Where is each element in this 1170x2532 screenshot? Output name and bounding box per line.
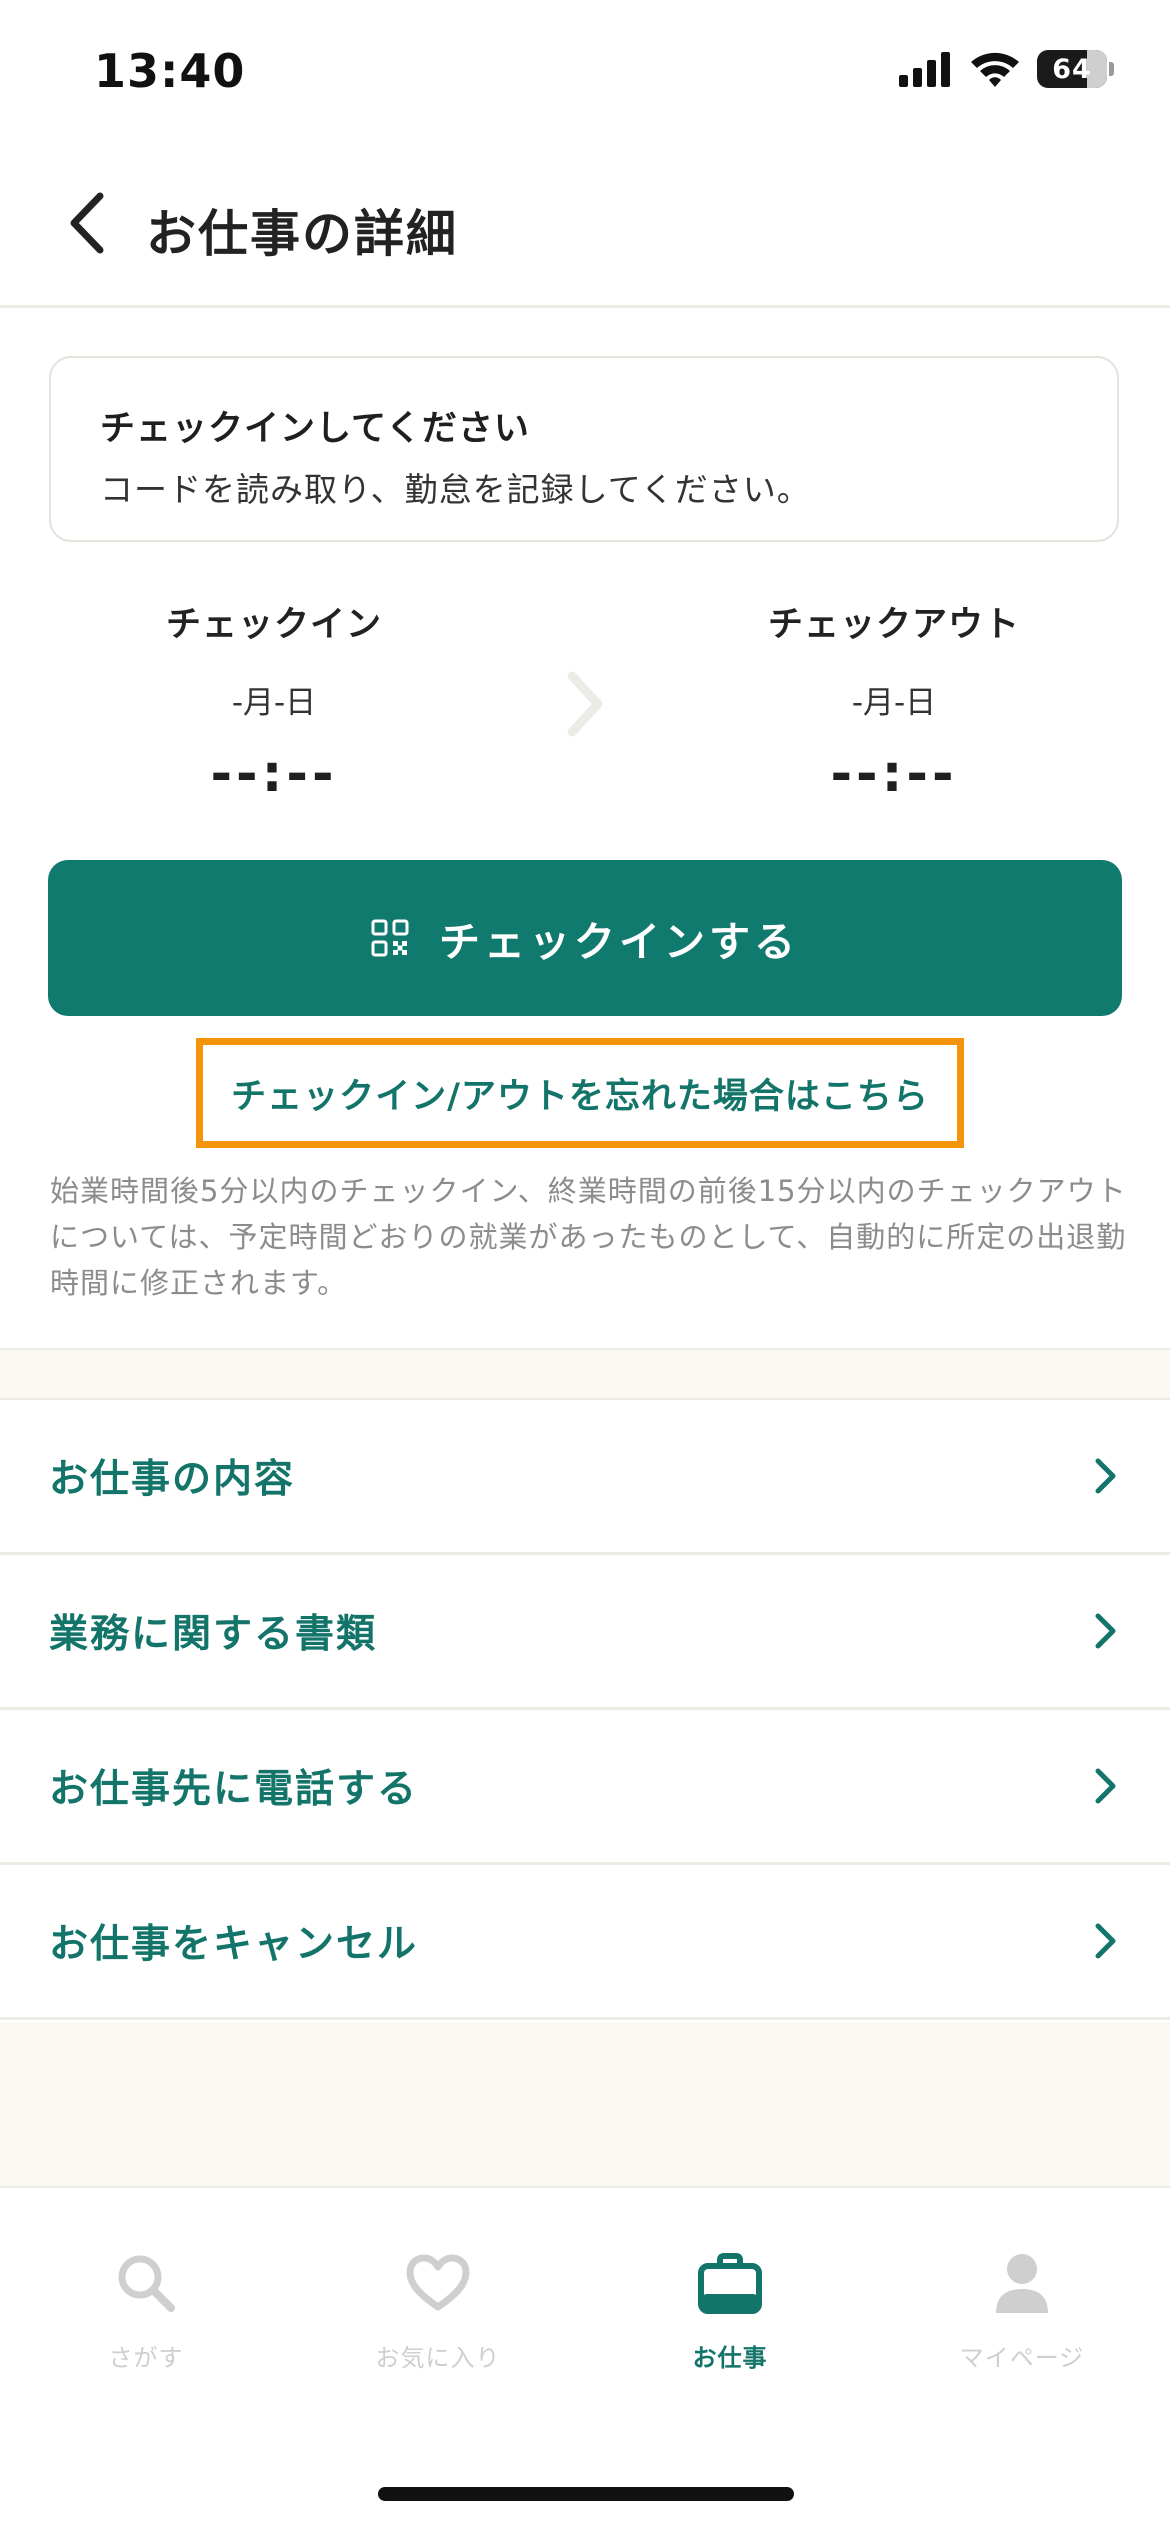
header-divider (0, 305, 1170, 308)
back-button[interactable] (56, 188, 116, 258)
checkin-button-label: チェックインする (439, 918, 799, 966)
checkin-button[interactable]: チェックインする (48, 860, 1122, 1016)
menu-item-call-employer[interactable]: お仕事先に電話する (0, 1710, 1170, 1865)
section-divider (0, 1348, 1170, 1400)
menu-item-label: お仕事の内容 (49, 1457, 296, 1502)
briefcase-icon (698, 2253, 762, 2314)
tab-jobs[interactable]: お仕事 (584, 2188, 876, 2438)
battery-nub (1109, 62, 1114, 76)
chevron-left-icon (70, 192, 104, 254)
chevron-right-icon (567, 671, 603, 737)
menu-item-label: お仕事をキャンセル (49, 1922, 419, 1967)
cellular-signal-icon (899, 52, 950, 87)
checkin-time: --:-- (210, 744, 338, 804)
tab-mypage[interactable]: マイページ (876, 2188, 1168, 2438)
chevron-right-icon (1095, 1923, 1116, 1959)
menu-item-work-documents[interactable]: 業務に関する書類 (0, 1555, 1170, 1710)
battery-level: 64 (1052, 53, 1092, 85)
tab-label: さがす (108, 2344, 184, 2372)
tab-label: お気に入り (375, 2344, 501, 2372)
menu-item-label: 業務に関する書類 (49, 1612, 378, 1657)
home-indicator[interactable] (378, 2487, 794, 2501)
battery-icon: 64 (1037, 50, 1107, 88)
page-title: お仕事の詳細 (146, 205, 458, 263)
status-time: 13:40 (94, 44, 246, 98)
tab-label: マイページ (959, 2344, 1085, 2372)
chevron-right-icon (1095, 1613, 1116, 1649)
checkout-time: --:-- (830, 744, 958, 804)
info-card-description: コードを読み取り、勤怠を記録してください。 (100, 470, 811, 509)
checkin-label: チェックイン (165, 605, 382, 645)
tab-bar: さがす お気に入り お仕事 マイページ (0, 2188, 1170, 2438)
wifi-icon (971, 52, 1019, 87)
checkout-column: チェックアウト -月-日 --:-- (694, 596, 1094, 804)
menu-item-label: お仕事先に電話する (49, 1767, 419, 1812)
search-icon (118, 2255, 175, 2312)
menu-item-cancel-job[interactable]: お仕事をキャンセル (0, 1865, 1170, 2020)
tab-label: お仕事 (692, 2344, 768, 2372)
checkout-date: -月-日 (851, 685, 937, 721)
forgot-checkin-link-highlight: チェックイン/アウトを忘れた場合はこちら (196, 1038, 964, 1148)
status-icons: 64 (899, 50, 1114, 88)
heart-icon (406, 2254, 470, 2311)
chevron-right-icon (1095, 1768, 1116, 1804)
checkin-column: チェックイン -月-日 --:-- (74, 596, 474, 804)
qr-code-icon (371, 919, 409, 957)
forgot-checkin-link[interactable]: チェックイン/アウトを忘れた場合はこちら (231, 1068, 929, 1119)
chevron-right-icon (1095, 1458, 1116, 1494)
checkin-date: -月-日 (231, 685, 317, 721)
content-bottom-area (0, 2022, 1170, 2188)
info-card-title: チェックインしてください (100, 409, 530, 449)
auto-correction-note: 始業時間後5分以内のチェックイン、終業時間の前後15分以内のチェックアウトについ… (50, 1174, 1127, 1300)
tab-favorites[interactable]: お気に入り (292, 2188, 584, 2438)
menu-item-job-details[interactable]: お仕事の内容 (0, 1400, 1170, 1555)
checkout-label: チェックアウト (767, 605, 1020, 645)
person-icon (996, 2254, 1048, 2313)
tab-search[interactable]: さがす (0, 2188, 292, 2438)
